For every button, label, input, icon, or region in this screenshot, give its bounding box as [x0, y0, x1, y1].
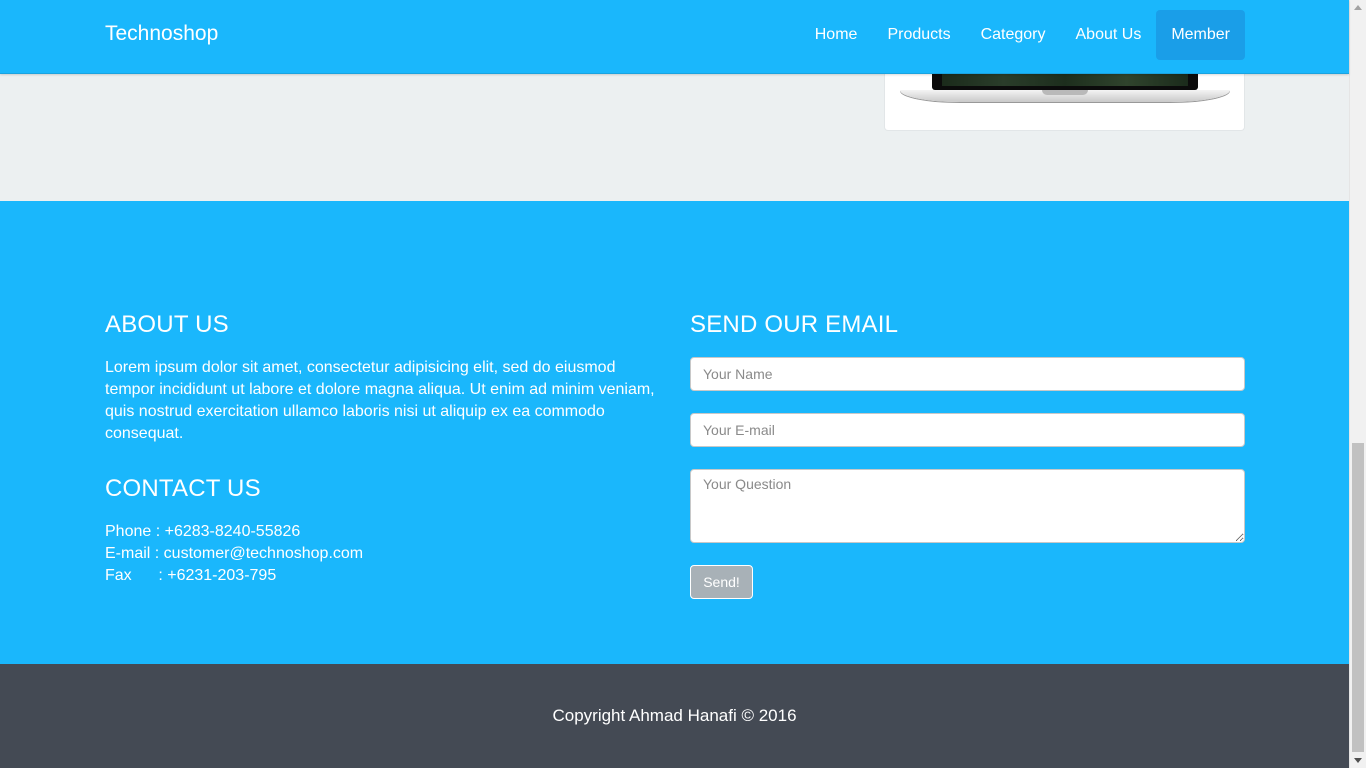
contact-list: Phone : +6283-8240-55826 E-mail : custom… [105, 521, 363, 587]
copyright-text: Copyright Ahmad Hanafi © 2016 [552, 706, 797, 725]
about-title: ABOUT US [105, 311, 229, 338]
nav-item-about-us[interactable]: About Us [1061, 10, 1157, 60]
nav-item-category[interactable]: Category [966, 10, 1061, 60]
page: Technoshop Home Products Category About … [0, 0, 1349, 768]
contact-phone: Phone : +6283-8240-55826 [105, 523, 301, 540]
nav-item-home[interactable]: Home [800, 10, 873, 60]
contact-email: E-mail : customer@technoshop.com [105, 545, 364, 562]
navbar: Technoshop Home Products Category About … [0, 0, 1349, 74]
brand-logo[interactable]: Technoshop [105, 22, 218, 46]
scroll-up-icon[interactable] [1354, 5, 1362, 10]
nav-menu: Home Products Category About Us Member [800, 10, 1245, 60]
vertical-scrollbar[interactable] [1349, 0, 1366, 768]
laptop-notch [1042, 90, 1088, 95]
nav-item-member[interactable]: Member [1156, 10, 1245, 60]
footer: ABOUT US Lorem ipsum dolor sit amet, con… [0, 201, 1349, 664]
nav-item-products[interactable]: Products [872, 10, 965, 60]
contact-fax: Fax : +6231-203-795 [105, 567, 277, 584]
laptop-image [932, 74, 1198, 90]
copyright-bar: Copyright Ahmad Hanafi © 2016 [0, 664, 1349, 768]
scrollbar-thumb[interactable] [1352, 443, 1364, 752]
name-input[interactable] [690, 357, 1245, 391]
email-input[interactable] [690, 413, 1245, 447]
send-button[interactable]: Send! [690, 565, 753, 599]
contact-title: CONTACT US [105, 475, 261, 502]
about-text: Lorem ipsum dolor sit amet, consectetur … [105, 359, 655, 442]
question-textarea[interactable] [690, 469, 1245, 543]
email-form-title: SEND OUR EMAIL [690, 311, 899, 338]
scroll-down-icon[interactable] [1354, 758, 1362, 763]
